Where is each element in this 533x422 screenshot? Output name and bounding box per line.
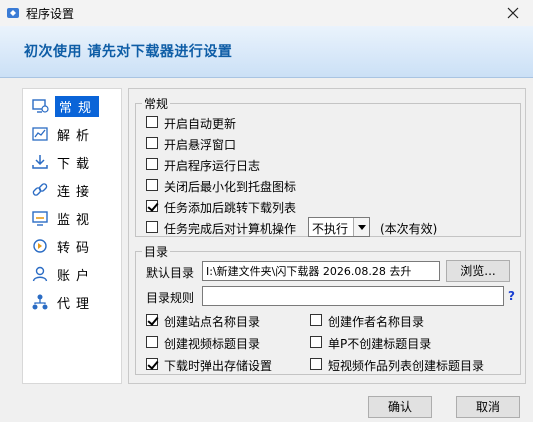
default-dir-input[interactable]: [203, 262, 439, 280]
directory-group-title: 目录: [142, 243, 171, 260]
user-icon: [32, 266, 48, 282]
this-time-note: (本次有效): [380, 222, 438, 236]
checkbox-label: 关闭后最小化到托盘图标: [164, 180, 297, 194]
dir-rule-label: 目录规则: [146, 291, 195, 305]
sidebar-item-parse[interactable]: 解析: [27, 121, 119, 147]
checkbox-label: 开启悬浮窗口: [164, 138, 237, 152]
help-icon[interactable]: ?: [508, 289, 515, 303]
window-title: 程序设置: [26, 7, 75, 21]
title-bar: 程序设置: [0, 0, 533, 26]
sidebar-item-label: 连接: [57, 185, 96, 200]
default-dir-label: 默认目录: [146, 266, 195, 280]
checkbox-box: [310, 358, 322, 370]
checkbox-label: 单P不创建标题目录: [328, 337, 432, 351]
download-icon: [32, 155, 48, 169]
checkbox-box: [146, 314, 158, 326]
ok-button[interactable]: 确认: [368, 396, 432, 418]
checkbox-box: [310, 336, 322, 348]
sidebar-item-monitor[interactable]: 监视: [27, 205, 119, 231]
sidebar-item-label: 下载: [57, 157, 96, 172]
network-icon: [32, 294, 48, 310]
header-banner: 初次使用 请先对下载器进行设置: [0, 26, 533, 78]
checkbox-box: [310, 314, 322, 326]
checkbox-label: 任务添加后跳转下载列表: [164, 201, 297, 215]
select-value: 不执行: [312, 222, 349, 236]
chevron-down-icon[interactable]: [353, 218, 369, 236]
after-complete-action-select[interactable]: 不执行: [308, 217, 370, 237]
sidebar-item-general[interactable]: 常规: [27, 93, 119, 119]
checkbox-box: [146, 336, 158, 348]
convert-icon: [33, 239, 47, 253]
checkbox-box: [146, 137, 158, 149]
checkbox-label: 短视频作品列表创建标题目录: [328, 359, 485, 373]
app-icon: [7, 8, 19, 18]
checkbox-label: 任务完成后对计算机操作: [164, 222, 297, 236]
browse-button[interactable]: 浏览...: [446, 260, 510, 282]
sidebar-item-transcode[interactable]: 转码: [27, 233, 119, 259]
checkbox-box: [146, 179, 158, 191]
checkbox-box: [146, 221, 158, 233]
monitor-gear-icon: [32, 99, 49, 113]
general-group: 常规 开启自动更新 开启悬浮窗口 开启程序运行日志 关闭后最小化到托盘图标 任务…: [135, 95, 521, 237]
sidebar-item-proxy[interactable]: 代理: [27, 289, 119, 315]
checkbox-box: [146, 358, 158, 370]
sidebar-item-label: 转码: [57, 241, 96, 256]
checkbox-label: 创建作者名称目录: [328, 315, 425, 329]
sidebar: 常规 解析 下载 连接 监视 转码 账户 代理: [22, 88, 122, 384]
checkbox-label: 创建站点名称目录: [164, 315, 261, 329]
settings-panel: 常规 开启自动更新 开启悬浮窗口 开启程序运行日志 关闭后最小化到托盘图标 任务…: [128, 88, 526, 384]
sidebar-item-account[interactable]: 账户: [27, 261, 119, 287]
monitor-icon: [32, 211, 48, 226]
close-button[interactable]: [493, 0, 533, 26]
sidebar-item-label: 解析: [57, 129, 96, 144]
checkbox-label: 创建视频标题目录: [164, 337, 261, 351]
sidebar-item-download[interactable]: 下载: [27, 149, 119, 175]
checkbox-box: [146, 116, 158, 128]
sidebar-item-connect[interactable]: 连接: [27, 177, 119, 203]
default-dir-field[interactable]: [202, 261, 440, 281]
close-icon: [507, 7, 519, 19]
header-title: 初次使用 请先对下载器进行设置: [24, 44, 233, 60]
dir-rule-input[interactable]: [203, 287, 503, 305]
sidebar-item-label: 常规: [55, 96, 100, 117]
sidebar-item-label: 监视: [57, 213, 96, 228]
sidebar-item-label: 账户: [57, 269, 96, 284]
sidebar-item-label: 代理: [57, 297, 96, 312]
checkbox-box: [146, 200, 158, 212]
general-group-title: 常规: [142, 95, 171, 112]
checkbox-box: [146, 158, 158, 170]
dir-rule-field[interactable]: [202, 286, 504, 306]
cancel-button[interactable]: 取消: [456, 396, 520, 418]
chart-icon: [32, 127, 48, 141]
checkbox-label: 下载时弹出存储设置: [164, 359, 273, 373]
checkbox-label: 开启程序运行日志: [164, 159, 261, 173]
link-icon: [32, 183, 48, 196]
directory-group: 目录 默认目录 浏览... 目录规则 ? 创建站点名称目录 创建作者名称目录 创…: [135, 243, 521, 375]
checkbox-label: 开启自动更新: [164, 117, 237, 131]
